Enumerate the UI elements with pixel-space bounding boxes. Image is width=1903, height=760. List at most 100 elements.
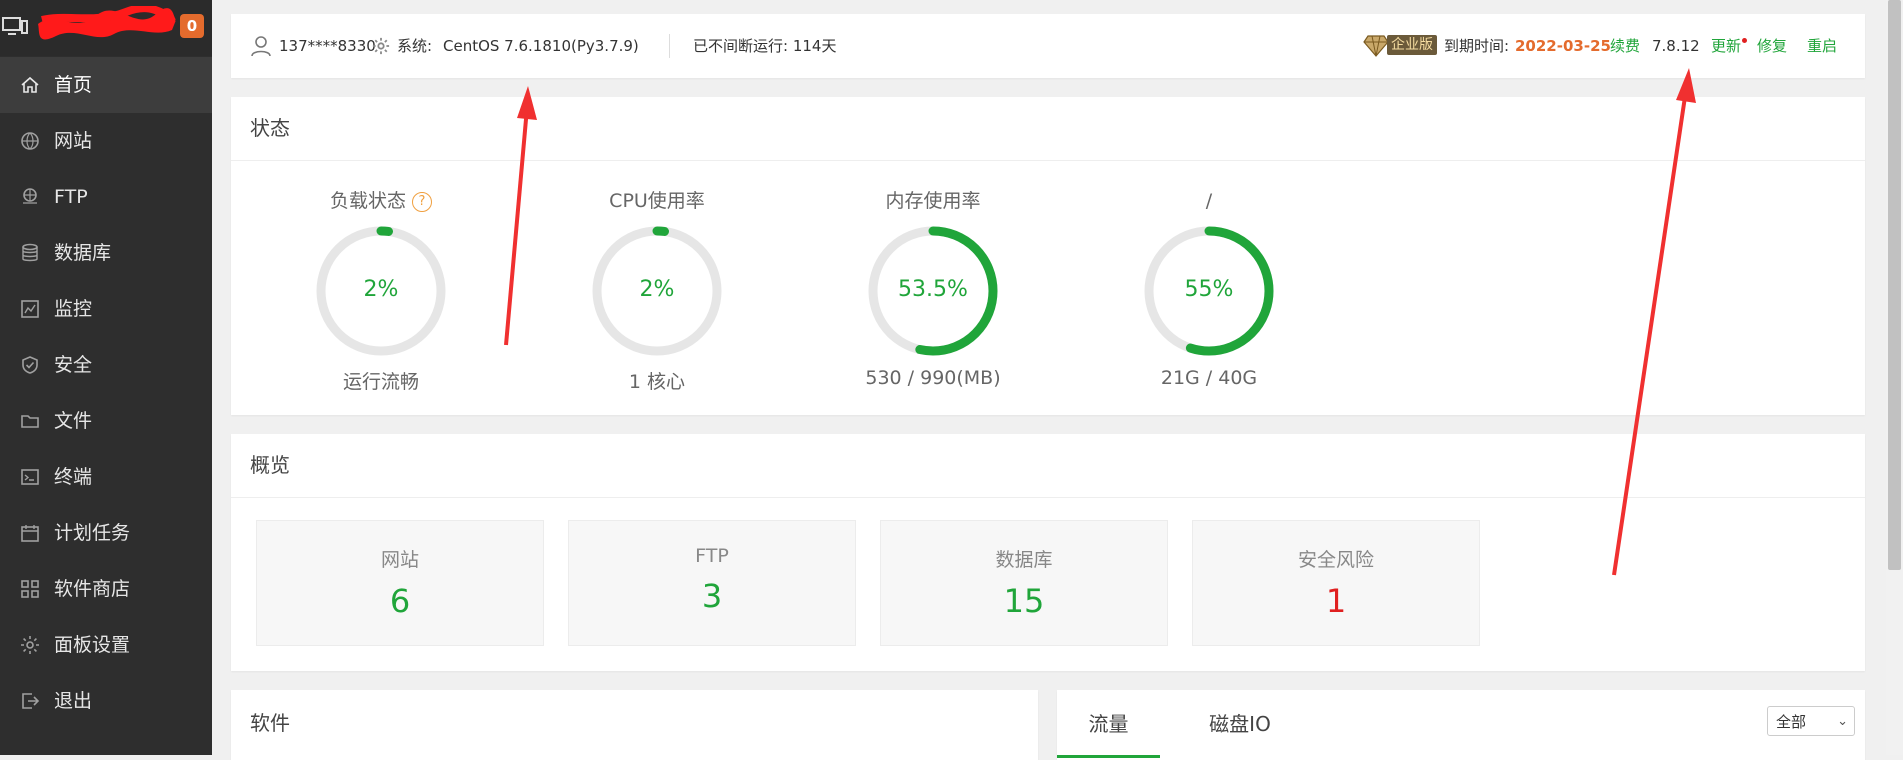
logout-icon — [22, 693, 40, 709]
sidebar-item-security[interactable]: 安全 — [0, 337, 212, 393]
gauge-value: 2% — [363, 277, 399, 302]
notification-badge[interactable]: 0 — [180, 14, 204, 38]
overview-label: 数据库 — [995, 549, 1053, 571]
divider — [231, 160, 1865, 161]
gauge-title: CPU使用率 — [609, 190, 705, 212]
sidebar-item-label: 计划任务 — [54, 522, 131, 544]
grid-icon — [21, 580, 39, 598]
system-value: CentOS 7.6.1810(Py3.7.9) — [443, 37, 639, 55]
overview-panel: 概览 网站 6 FTP 3 数据库 15 安全风险 1 — [231, 434, 1865, 671]
divider — [669, 34, 670, 58]
status-panel: 状态 负载状态? 2% 运行流畅 CPU使用率 2% 1 核心 内存使用率 53… — [231, 97, 1865, 415]
gear-icon — [372, 37, 390, 55]
overview-value: 15 — [1003, 582, 1045, 620]
software-panel: 软件 — [231, 690, 1038, 760]
memory-gauge[interactable]: 内存使用率 53.5% 530 / 990(MB) — [843, 187, 1023, 389]
sidebar-item-terminal[interactable]: 终端 — [0, 449, 212, 505]
panel-title: 概览 — [250, 453, 290, 477]
sidebar-item-app-store[interactable]: 软件商店 — [0, 561, 212, 617]
gauge-title: / — [1205, 190, 1213, 212]
monitor-chart-icon — [21, 300, 39, 318]
gauge-subtitle: 21G / 40G — [1160, 367, 1258, 389]
database-icon — [22, 243, 38, 262]
sidebar-item-cron[interactable]: 计划任务 — [0, 505, 212, 561]
sidebar-item-label: 监控 — [54, 298, 93, 320]
sidebar-item-ftp[interactable]: FTP — [0, 169, 212, 225]
update-dot — [1742, 38, 1747, 43]
help-icon[interactable]: ? — [412, 191, 432, 212]
update-link[interactable]: 更新 — [1711, 14, 1741, 78]
gear-icon — [21, 636, 39, 654]
overview-label: 网站 — [380, 549, 419, 571]
sidebar: 0 首页 网站 FTP 数据库 监控 安全 文件 终端 计划任务 软件商店 面板… — [0, 0, 212, 755]
sidebar-item-label: 终端 — [54, 466, 93, 488]
shield-icon — [22, 356, 38, 374]
gauge-title: 负载状态 — [329, 190, 406, 212]
sidebar-item-label: 文件 — [54, 410, 93, 432]
vertical-scrollbar[interactable] — [1886, 0, 1903, 755]
disk-gauge[interactable]: / 55% 21G / 40G — [1119, 187, 1299, 389]
overview-label: FTP — [695, 545, 729, 567]
gauge-subtitle: 运行流畅 — [342, 371, 419, 393]
sidebar-item-label: 网站 — [54, 130, 93, 152]
panel-title: 状态 — [250, 116, 290, 140]
scrollbar-thumb[interactable] — [1888, 0, 1901, 570]
sidebar-item-monitor[interactable]: 监控 — [0, 281, 212, 337]
globe-icon — [21, 132, 39, 150]
ftp-icon — [23, 188, 37, 204]
renew-link[interactable]: 续费 — [1610, 14, 1640, 78]
sidebar-header: 0 — [0, 0, 212, 56]
sidebar-item-logout[interactable]: 退出 — [0, 673, 212, 729]
sidebar-item-label: 面板设置 — [54, 634, 131, 656]
gauge-title: 内存使用率 — [885, 190, 981, 212]
sidebar-item-label: 退出 — [54, 690, 93, 712]
select-value: 全部 — [1776, 713, 1807, 731]
gauge-value: 53.5% — [898, 277, 968, 302]
overview-label: 安全风险 — [1297, 549, 1374, 571]
overview-databases[interactable]: 数据库 15 — [880, 520, 1168, 646]
cpu-gauge[interactable]: CPU使用率 2% 1 核心 — [567, 187, 747, 394]
redacted-username — [38, 6, 176, 40]
version: 7.8.12 — [1652, 37, 1700, 55]
uptime: 已不间断运行: 114天 — [693, 37, 837, 55]
panel-title: 软件 — [250, 711, 290, 735]
sidebar-item-database[interactable]: 数据库 — [0, 225, 212, 281]
diamond-icon — [1363, 35, 1389, 57]
gauge-subtitle: 530 / 990(MB) — [865, 367, 1001, 389]
repair-link[interactable]: 修复 — [1757, 14, 1787, 78]
sidebar-item-website[interactable]: 网站 — [0, 113, 212, 169]
folder-icon — [21, 415, 39, 428]
gauge-value: 2% — [639, 277, 675, 302]
user-phone: 137****8330 — [279, 37, 376, 55]
calendar-icon — [21, 525, 39, 542]
user-icon — [251, 36, 271, 57]
sidebar-menu: 首页 网站 FTP 数据库 监控 安全 文件 终端 计划任务 软件商店 面板设置… — [0, 57, 212, 729]
overview-value: 6 — [389, 582, 411, 620]
expire-date: 2022-03-25 — [1515, 37, 1611, 55]
gauge-value: 55% — [1184, 277, 1234, 302]
enterprise-edition-badge[interactable]: 企业版 — [1363, 32, 1439, 58]
main-content: 137****8330 系统: CentOS 7.6.1810(Py3.7.9)… — [212, 0, 1903, 760]
expire-label: 到期时间: — [1444, 37, 1510, 55]
monitor-icon — [2, 17, 28, 35]
restart-link[interactable]: 重启 — [1807, 14, 1837, 78]
overview-ftp[interactable]: FTP 3 — [568, 520, 856, 646]
chevron-down-icon: ⌄ — [1837, 714, 1848, 729]
tab-traffic[interactable]: 流量 — [1057, 690, 1160, 758]
tab-disk-io[interactable]: 磁盘IO — [1185, 690, 1295, 758]
edition-label: 企业版 — [1387, 35, 1437, 55]
sidebar-item-label: 数据库 — [54, 242, 112, 264]
sidebar-item-files[interactable]: 文件 — [0, 393, 212, 449]
traffic-filter-select[interactable]: 全部 ⌄ — [1767, 706, 1855, 736]
server-info-bar: 137****8330 系统: CentOS 7.6.1810(Py3.7.9)… — [231, 14, 1865, 78]
overview-websites[interactable]: 网站 6 — [256, 520, 544, 646]
sidebar-item-label: FTP — [54, 186, 88, 208]
overview-value: 1 — [1325, 582, 1347, 620]
sidebar-item-panel-settings[interactable]: 面板设置 — [0, 617, 212, 673]
overview-security-risk[interactable]: 安全风险 1 — [1192, 520, 1480, 646]
sidebar-item-label: 首页 — [54, 74, 93, 96]
home-icon — [21, 76, 39, 93]
load-gauge[interactable]: 负载状态? 2% 运行流畅 — [291, 187, 471, 394]
overview-value: 3 — [701, 577, 723, 615]
sidebar-item-home[interactable]: 首页 — [0, 57, 212, 113]
